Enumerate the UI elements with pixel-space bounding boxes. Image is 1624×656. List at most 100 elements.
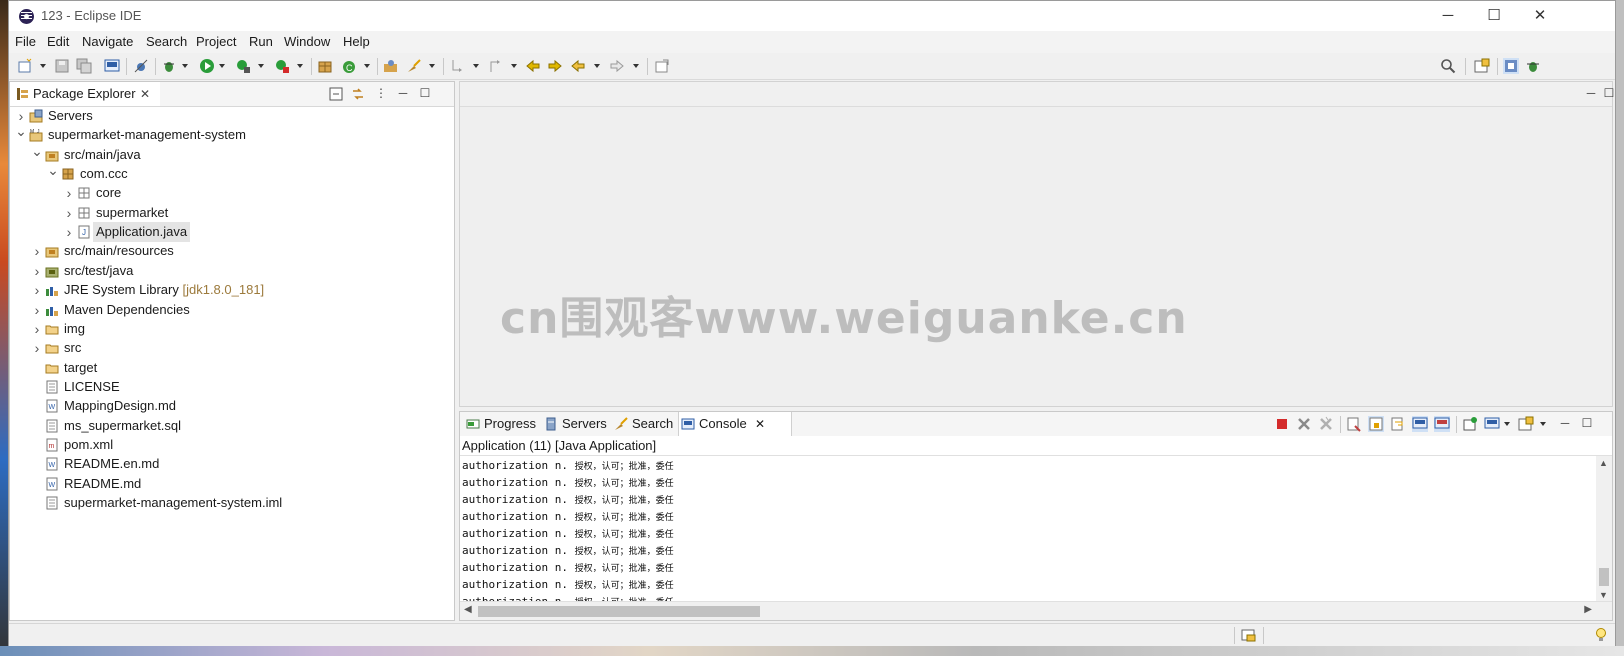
menu-project[interactable]: Project <box>196 34 236 49</box>
tree-item[interactable]: ⌄ M Jsupermarket-management-system <box>10 123 454 145</box>
tree-item[interactable]: LICENSE <box>10 377 454 397</box>
scroll-lock-icon[interactable] <box>1368 416 1384 432</box>
console-vertical-scrollbar[interactable]: ▲ ▼ <box>1596 456 1612 604</box>
maximize-view-icon[interactable]: ☐ <box>418 86 432 100</box>
forward-edit-location-icon[interactable] <box>547 58 563 74</box>
tree-item[interactable]: › core <box>10 183 454 203</box>
vertical-scroll-thumb[interactable] <box>1599 568 1609 586</box>
new-java-class-icon[interactable]: C <box>341 58 357 74</box>
tree-item[interactable]: W README.en.md <box>10 454 454 474</box>
remove-launch-icon[interactable] <box>1296 416 1312 432</box>
tree-item[interactable]: supermarket-management-system.iml <box>10 493 454 513</box>
forward-dropdown-arrow-icon[interactable] <box>633 64 639 68</box>
chevron-right-icon[interactable]: › <box>63 203 75 223</box>
external-tools-icon[interactable] <box>274 58 290 74</box>
scroll-up-icon[interactable]: ▲ <box>1599 458 1608 468</box>
collapse-all-icon[interactable] <box>328 86 344 102</box>
debug-perspective-icon[interactable] <box>1525 58 1541 74</box>
tree-item[interactable]: › Maven Dependencies <box>10 300 454 320</box>
debug-icon[interactable] <box>161 58 177 74</box>
open-perspective-icon[interactable] <box>1474 58 1490 74</box>
open-type-icon[interactable] <box>383 58 399 74</box>
new-dropdown-arrow-icon[interactable] <box>40 64 46 68</box>
skip-breakpoints-icon[interactable] <box>133 58 149 74</box>
chevron-right-icon[interactable]: › <box>31 338 43 358</box>
save-icon[interactable] <box>54 58 70 74</box>
menu-edit[interactable]: Edit <box>47 34 69 49</box>
tree-item[interactable]: › J Application.java <box>10 222 454 243</box>
debug-dropdown-arrow-icon[interactable] <box>182 64 188 68</box>
tree-item[interactable]: › img <box>10 319 454 339</box>
run-dropdown-arrow-icon[interactable] <box>219 64 225 68</box>
search-dropdown-arrow-icon[interactable] <box>429 64 435 68</box>
chevron-down-icon[interactable]: ⌄ <box>47 160 59 180</box>
tree-item[interactable]: m pom.xml <box>10 435 454 455</box>
tree-item[interactable]: target <box>10 358 454 378</box>
pin-editor-icon[interactable] <box>654 58 670 74</box>
link-with-editor-icon[interactable] <box>350 86 366 102</box>
tree-item[interactable]: ⌄ com.ccc <box>10 162 454 184</box>
show-console-on-error-icon[interactable] <box>1434 416 1450 432</box>
chevron-right-icon[interactable]: › <box>31 280 43 300</box>
menu-run[interactable]: Run <box>249 34 273 49</box>
search-flashlight-icon[interactable] <box>406 58 422 74</box>
save-all-icon[interactable] <box>76 58 92 74</box>
open-console-menu-icon[interactable] <box>1518 416 1534 432</box>
global-search-icon[interactable] <box>1440 58 1456 74</box>
menu-help[interactable]: Help <box>343 34 370 49</box>
coverage-dropdown-arrow-icon[interactable] <box>258 64 264 68</box>
remove-all-terminated-icon[interactable] <box>1318 416 1334 432</box>
new-java-package-icon[interactable] <box>317 58 333 74</box>
external-tools-dropdown-arrow-icon[interactable] <box>297 64 303 68</box>
maximize-button[interactable]: ☐ <box>1471 1 1517 31</box>
scroll-right-icon[interactable]: ▶ <box>1584 604 1592 615</box>
display-selected-console-icon[interactable] <box>1484 416 1500 432</box>
chevron-down-icon[interactable]: ⌄ <box>31 141 43 161</box>
display-console-dropdown-arrow-icon[interactable] <box>1504 422 1510 426</box>
menu-file[interactable]: File <box>15 34 36 49</box>
scroll-down-icon[interactable]: ▼ <box>1599 590 1608 600</box>
terminate-icon[interactable] <box>1274 416 1290 432</box>
menu-navigate[interactable]: Navigate <box>82 34 133 49</box>
menu-window[interactable]: Window <box>284 34 330 49</box>
pin-console-icon[interactable] <box>1462 416 1478 432</box>
back-arrow-icon[interactable] <box>570 58 586 74</box>
back-dropdown-arrow-icon[interactable] <box>594 64 600 68</box>
tree-item[interactable]: W MappingDesign.md <box>10 396 454 416</box>
previous-annotation-dropdown-arrow-icon[interactable] <box>511 64 517 68</box>
package-explorer-tab[interactable]: Package Explorer ✕ <box>10 82 160 106</box>
tree-item[interactable]: › src/main/resources <box>10 241 454 261</box>
scroll-left-icon[interactable]: ◀ <box>464 604 472 615</box>
tip-lightbulb-icon[interactable] <box>1593 627 1609 643</box>
close-console-icon[interactable]: ✕ <box>755 412 765 436</box>
clear-console-icon[interactable] <box>1346 416 1362 432</box>
menu-search[interactable]: Search <box>146 34 187 49</box>
horizontal-scroll-thumb[interactable] <box>478 606 760 617</box>
editor-maximize-icon[interactable]: ☐ <box>1602 86 1616 100</box>
previous-annotation-icon[interactable] <box>487 58 503 74</box>
close-view-icon[interactable]: ✕ <box>138 87 152 101</box>
tree-item[interactable]: W README.md <box>10 474 454 494</box>
next-annotation-dropdown-arrow-icon[interactable] <box>473 64 479 68</box>
coverage-icon[interactable] <box>235 58 251 74</box>
forward-arrow-icon[interactable] <box>609 58 625 74</box>
minimize-button[interactable]: ─ <box>1425 1 1471 31</box>
tree-item[interactable]: ms_supermarket.sql <box>10 416 454 436</box>
java-ee-perspective-icon[interactable] <box>1503 58 1519 74</box>
console-minimize-icon[interactable]: ─ <box>1558 416 1572 430</box>
tree-item[interactable]: ⌄ src/main/java <box>10 143 454 165</box>
close-button[interactable]: ✕ <box>1517 1 1563 31</box>
chevron-right-icon[interactable]: › <box>31 319 43 339</box>
tree-item[interactable]: › Servers <box>10 106 454 126</box>
open-console-icon[interactable] <box>104 58 120 74</box>
show-console-on-output-icon[interactable] <box>1412 416 1428 432</box>
view-menu-icon[interactable]: ⋮ <box>374 86 388 100</box>
tree-item[interactable]: › supermarket <box>10 203 454 223</box>
new-class-dropdown-arrow-icon[interactable] <box>364 64 370 68</box>
open-console-dropdown-arrow-icon[interactable] <box>1540 422 1546 426</box>
next-annotation-icon[interactable] <box>449 58 465 74</box>
word-wrap-icon[interactable] <box>1390 416 1406 432</box>
new-icon[interactable] <box>17 58 33 74</box>
chevron-right-icon[interactable]: › <box>31 261 43 281</box>
chevron-right-icon[interactable]: › <box>31 241 43 261</box>
